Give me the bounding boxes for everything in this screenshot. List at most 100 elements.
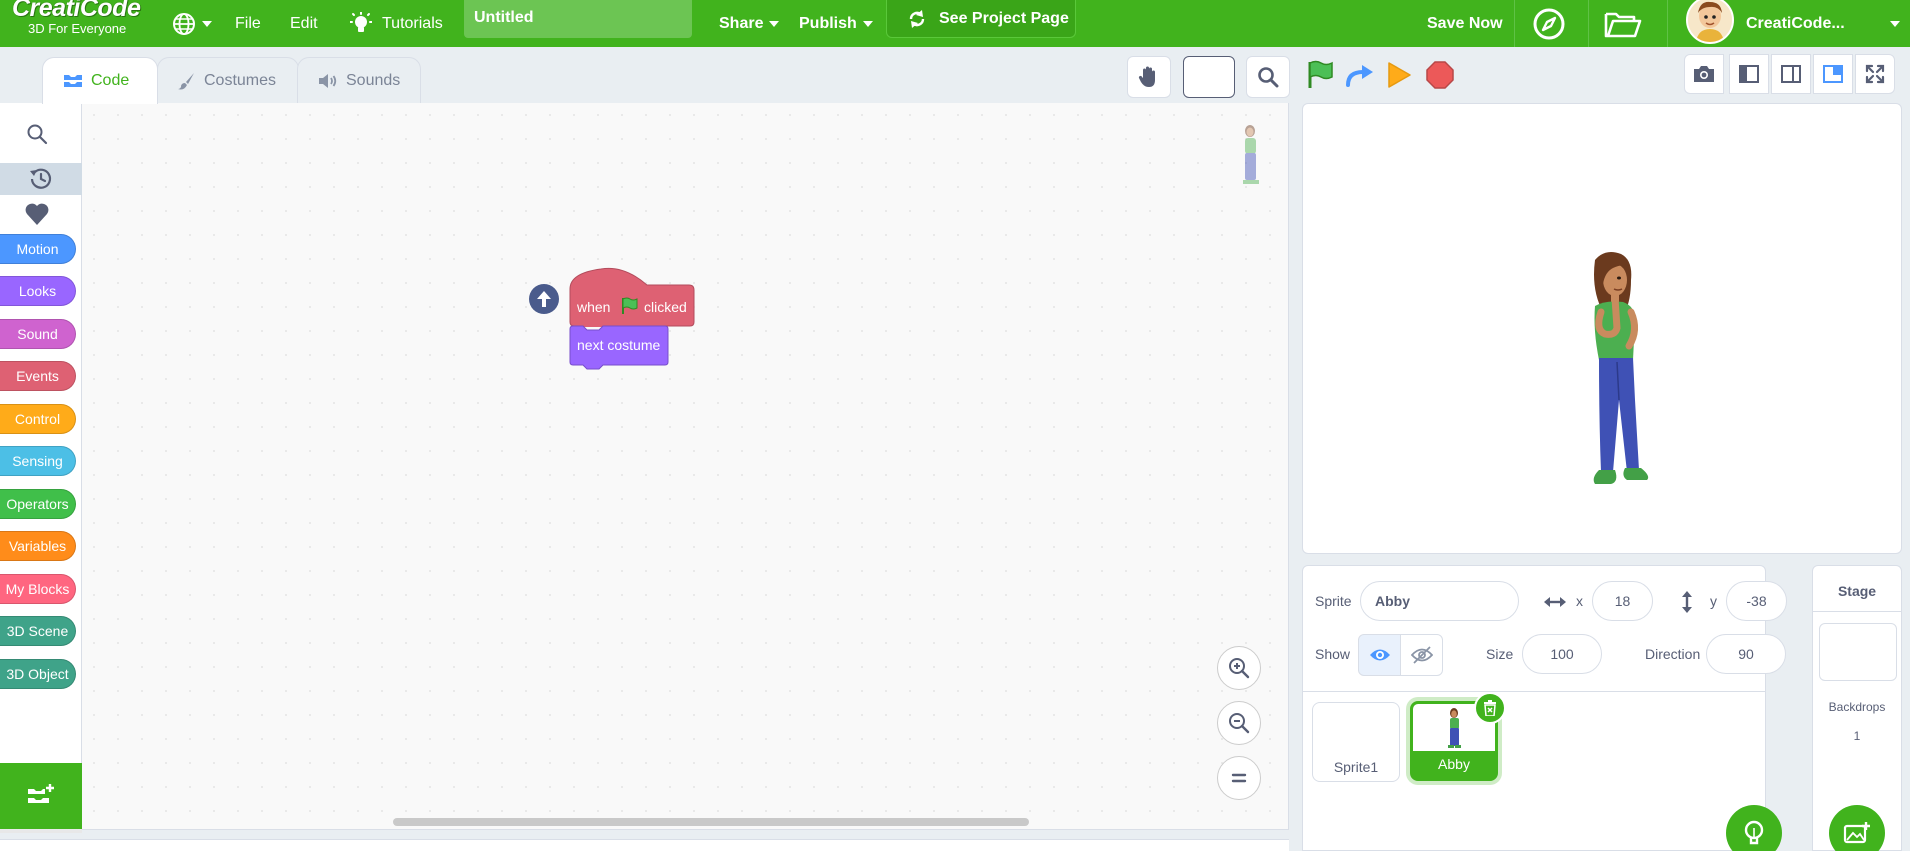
- language-menu[interactable]: [172, 0, 212, 47]
- choose-sprite-button[interactable]: [1726, 805, 1782, 851]
- next-costume-label: next costume: [577, 337, 661, 353]
- size-input[interactable]: 100: [1522, 634, 1602, 674]
- stop-button[interactable]: [1425, 60, 1455, 90]
- y-label: y: [1710, 593, 1717, 609]
- logo-title: CreatiCode: [12, 0, 141, 22]
- when-flag-clicked-block[interactable]: when clicked: [569, 267, 695, 327]
- tab-code[interactable]: Code: [42, 57, 158, 104]
- screenshot-button[interactable]: [1684, 54, 1724, 94]
- category-sound[interactable]: Sound: [0, 319, 76, 349]
- category-looks[interactable]: Looks: [0, 276, 76, 306]
- delete-sprite-button[interactable]: [1474, 692, 1506, 724]
- large-stage-button[interactable]: [1771, 54, 1811, 94]
- green-flag-button[interactable]: [1305, 60, 1335, 90]
- avatar[interactable]: [1686, 0, 1734, 44]
- divider: [1667, 0, 1668, 47]
- favorites-button[interactable]: [0, 199, 74, 229]
- recent-blocks-button[interactable]: [0, 163, 82, 195]
- share-label: Share: [719, 14, 764, 32]
- see-project-page-button[interactable]: See Project Page: [886, 0, 1076, 38]
- zoom-in-icon: [1227, 656, 1251, 680]
- next-costume-block[interactable]: next costume: [569, 325, 669, 373]
- hat-when-label: when: [577, 299, 611, 315]
- horizontal-scrollbar[interactable]: [393, 818, 1029, 826]
- sprite-tile-name: Abby: [1438, 756, 1470, 772]
- explore-button[interactable]: [1532, 0, 1566, 47]
- compass-icon: [1532, 7, 1566, 41]
- search-icon: [1257, 66, 1279, 88]
- show-visible-button[interactable]: [1358, 634, 1401, 676]
- search-blocks-button[interactable]: [1246, 56, 1290, 98]
- zoom-out-button[interactable]: [1217, 701, 1261, 745]
- save-now-button[interactable]: Save Now: [1427, 0, 1503, 47]
- trash-icon: [1483, 700, 1497, 716]
- edit-menu[interactable]: Edit: [290, 0, 318, 47]
- sprite-name-input[interactable]: Abby: [1360, 581, 1519, 621]
- backdrop-thumbnail[interactable]: [1819, 623, 1897, 681]
- add-extension-button[interactable]: [0, 763, 82, 829]
- account-dropdown[interactable]: [1884, 0, 1900, 47]
- sprite-tile[interactable]: Sprite1: [1312, 702, 1400, 782]
- divider: [1588, 0, 1589, 47]
- publish-menu[interactable]: Publish: [799, 0, 873, 47]
- sprite-tile-name: Sprite1: [1333, 759, 1379, 775]
- file-menu[interactable]: File: [235, 0, 261, 47]
- backdrops-count: 1: [1853, 729, 1861, 743]
- run-button[interactable]: [1384, 60, 1414, 90]
- abby-sprite[interactable]: [1575, 250, 1669, 510]
- category-motion[interactable]: Motion: [0, 234, 76, 264]
- sprite-thumbnail: [1445, 708, 1465, 750]
- cleanup-arrow-button[interactable]: [529, 284, 559, 314]
- tab-sounds-label: Sounds: [346, 71, 401, 89]
- category-operators[interactable]: Operators: [0, 489, 76, 519]
- direction-label: Direction: [1645, 646, 1701, 662]
- backpack-strip[interactable]: [0, 839, 1289, 851]
- username: CreatiCode...: [1746, 14, 1845, 32]
- speaker-icon: [318, 73, 338, 89]
- step-button[interactable]: [1345, 60, 1375, 90]
- logo[interactable]: CreatiCode 3D For Everyone: [0, 0, 160, 47]
- small-stage-button[interactable]: [1729, 54, 1769, 94]
- split-stage-button[interactable]: [1813, 54, 1853, 94]
- category-control[interactable]: Control: [0, 404, 76, 434]
- zoom-in-button[interactable]: [1217, 646, 1261, 690]
- category-events[interactable]: Events: [0, 361, 76, 391]
- x-label: x: [1576, 593, 1583, 609]
- y-position-input[interactable]: -38: [1726, 581, 1787, 621]
- menu-bar: CreatiCode 3D For Everyone File Edit Tut…: [0, 0, 1910, 47]
- category-my-blocks[interactable]: My Blocks: [0, 574, 76, 604]
- x-position-input[interactable]: 18: [1592, 581, 1653, 621]
- category-3d-scene[interactable]: 3D Scene: [0, 616, 76, 646]
- green-flag-icon: [621, 297, 639, 315]
- account-menu[interactable]: CreatiCode...: [1746, 0, 1845, 47]
- fullscreen-button[interactable]: [1855, 54, 1895, 94]
- project-title-input[interactable]: Untitled: [464, 0, 692, 38]
- tutorials-label: Tutorials: [382, 14, 443, 32]
- tutorials-button[interactable]: Tutorials: [350, 0, 443, 47]
- category-sensing[interactable]: Sensing: [0, 446, 76, 476]
- show-hidden-button[interactable]: [1400, 634, 1443, 676]
- sprite-info-divider: [1303, 691, 1765, 692]
- color-swatch-button[interactable]: [1183, 56, 1235, 98]
- search-category-button[interactable]: [0, 119, 74, 149]
- arrow-up-icon: [536, 290, 552, 308]
- chevron-down-icon: [1890, 20, 1900, 27]
- my-stuff-button[interactable]: [1604, 0, 1642, 47]
- logo-subtitle: 3D For Everyone: [28, 21, 127, 36]
- direction-input[interactable]: 90: [1706, 634, 1786, 674]
- tab-sounds[interactable]: Sounds: [297, 57, 421, 103]
- share-menu[interactable]: Share: [719, 0, 780, 47]
- chevron-down-icon: [202, 20, 212, 27]
- tab-costumes-label: Costumes: [204, 71, 277, 89]
- tab-costumes[interactable]: Costumes: [157, 57, 299, 103]
- stage-title: Stage: [1837, 583, 1877, 599]
- category-3d-object[interactable]: 3D Object: [0, 659, 76, 689]
- chevron-down-icon: [862, 20, 873, 27]
- eye-slash-icon: [1410, 646, 1433, 664]
- stage-canvas[interactable]: [1302, 103, 1902, 554]
- code-workspace[interactable]: when clicked next costume: [82, 103, 1289, 830]
- sprite-label: Sprite: [1315, 593, 1352, 609]
- grab-mode-button[interactable]: [1127, 56, 1171, 98]
- zoom-reset-button[interactable]: [1217, 756, 1261, 800]
- category-variables[interactable]: Variables: [0, 531, 76, 561]
